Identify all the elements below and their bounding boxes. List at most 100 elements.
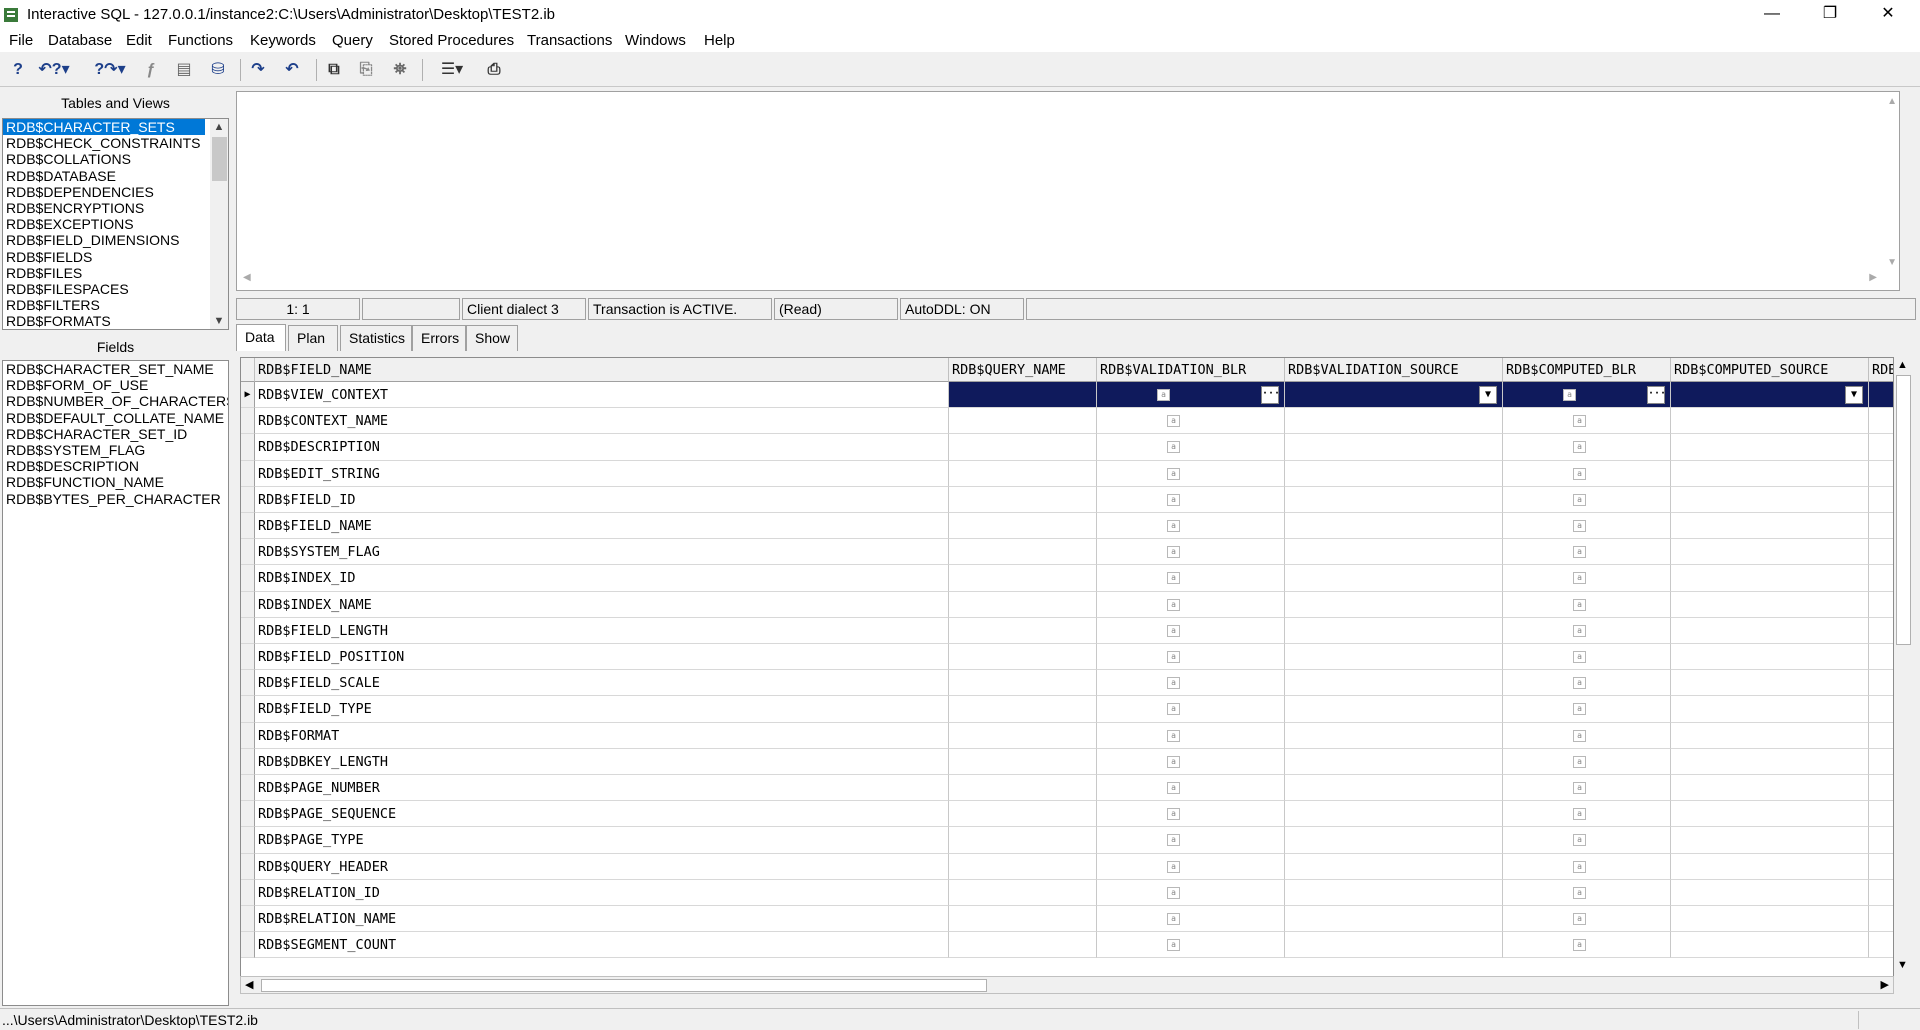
grid-cell[interactable]	[1285, 408, 1503, 435]
field-name-cell[interactable]: RDB$CONTEXT_NAME	[255, 408, 949, 435]
grid-cell[interactable]: a ···	[1503, 382, 1671, 409]
blob-icon[interactable]: a	[1167, 467, 1180, 480]
grid-cell[interactable]	[1869, 382, 1893, 409]
grid-cell[interactable]: a	[1097, 539, 1285, 566]
blob-icon[interactable]: a	[1167, 546, 1180, 559]
grid-cell[interactable]: a	[1097, 906, 1285, 933]
help-icon[interactable]: ?	[10, 59, 26, 81]
table-list-item[interactable]: RDB$EXCEPTIONS	[3, 216, 228, 232]
grid-cell[interactable]	[1869, 801, 1893, 828]
run-icon[interactable]: ⧉	[322, 59, 346, 81]
table-row[interactable]: RDB$PAGE_NUMBER a a	[241, 775, 1893, 802]
tables-scrollbar[interactable]: ▲ ▼	[210, 119, 228, 329]
blob-icon[interactable]: a	[1573, 913, 1586, 925]
grid-cell[interactable]	[1671, 670, 1869, 697]
grid-cell[interactable]	[1285, 460, 1503, 487]
grid-cell[interactable]	[1285, 644, 1503, 671]
grid-cell[interactable]	[1869, 932, 1893, 959]
grid-cell[interactable]	[1671, 932, 1869, 959]
minimize-button[interactable]: —	[1743, 0, 1801, 30]
grid-cell[interactable]: a	[1097, 801, 1285, 828]
grid-cell[interactable]	[1285, 591, 1503, 618]
grid-cell[interactable]	[1869, 749, 1893, 775]
redo-icon[interactable]: ↷	[246, 59, 270, 81]
table-row[interactable]: RDB$FIELD_SCALE a a	[241, 670, 1893, 697]
grid-cell[interactable]: a	[1503, 513, 1671, 540]
grid-cell[interactable]	[1869, 670, 1893, 697]
grid-cell[interactable]	[1285, 748, 1503, 775]
blob-icon[interactable]: a	[1573, 572, 1586, 585]
field-name-cell[interactable]: RDB$VIEW_CONTEXT	[255, 382, 949, 409]
table-list-item[interactable]: RDB$COLLATIONS	[3, 151, 228, 167]
editor-scroll-left-icon[interactable]: ◀	[243, 272, 251, 283]
field-name-cell[interactable]: RDB$FIELD_TYPE	[255, 696, 949, 723]
menu-help[interactable]: Help	[704, 32, 735, 49]
function-icon[interactable]: ƒ	[140, 59, 162, 81]
field-list-item[interactable]: RDB$FORM_OF_USE	[3, 377, 228, 393]
table-row[interactable]: RDB$SEGMENT_COUNT a a	[241, 932, 1893, 959]
field-name-cell[interactable]: RDB$QUERY_HEADER	[255, 853, 949, 880]
table-list-item[interactable]: RDB$FILTERS	[3, 297, 228, 313]
grid-vertical-scrollbar[interactable]: ▲ ▼	[1894, 357, 1912, 977]
blob-icon[interactable]: a	[1167, 598, 1180, 611]
dropdown-arrow-icon[interactable]: ▼	[1479, 386, 1497, 404]
blob-icon[interactable]: a	[1167, 755, 1180, 768]
field-name-cell[interactable]: RDB$INDEX_NAME	[255, 591, 949, 618]
tab-show[interactable]: Show	[466, 325, 518, 351]
grid-cell[interactable]: a	[1503, 670, 1671, 697]
grid-cell[interactable]	[949, 408, 1097, 435]
blob-icon[interactable]: a	[1167, 441, 1180, 454]
tab-data[interactable]: Data	[236, 324, 286, 351]
grid-cell[interactable]	[949, 696, 1097, 723]
grid-cell[interactable]	[1285, 853, 1503, 880]
grid-cell[interactable]	[1285, 906, 1503, 933]
grid-cell[interactable]	[1671, 617, 1869, 644]
blob-icon[interactable]: a	[1167, 808, 1180, 821]
grid-cell[interactable]: a	[1503, 617, 1671, 644]
row-indicator[interactable]	[241, 932, 255, 959]
sql-editor[interactable]: ▲ ▼ ◀ ▶	[236, 91, 1900, 291]
table-row[interactable]: RDB$QUERY_HEADER a a	[241, 853, 1893, 880]
blob-icon[interactable]: a	[1167, 913, 1180, 925]
blob-icon[interactable]: a	[1167, 651, 1180, 663]
grid-cell[interactable]: a	[1097, 408, 1285, 435]
blob-icon[interactable]: a	[1573, 441, 1586, 454]
grid-scroll-right-icon[interactable]: ▶	[1881, 978, 1889, 991]
field-name-cell[interactable]: RDB$INDEX_ID	[255, 565, 949, 592]
grid-cell[interactable]: a	[1503, 434, 1671, 461]
tables-list[interactable]: RDB$CHARACTER_SETS RDB$CHECK_CONSTRAINTS R…	[2, 118, 229, 330]
grid-cell[interactable]	[1285, 539, 1503, 566]
grid-cell[interactable]	[949, 591, 1097, 618]
table-row[interactable]: RDB$RELATION_NAME a a	[241, 906, 1893, 933]
field-list-item[interactable]: RDB$CHARACTER_SET_ID	[3, 426, 228, 442]
grid-cell[interactable]: a	[1097, 879, 1285, 906]
field-list-item[interactable]: RDB$CHARACTER_SET_NAME	[3, 361, 228, 377]
blob-icon[interactable]: a	[1573, 808, 1586, 821]
grid-cell[interactable]	[1285, 827, 1503, 854]
blob-icon[interactable]: a	[1573, 546, 1586, 559]
row-indicator[interactable]	[241, 513, 255, 540]
grid-cell[interactable]	[1869, 513, 1893, 540]
grid-cell[interactable]	[1671, 434, 1869, 461]
table-list-item[interactable]: RDB$FILES	[3, 265, 228, 281]
grid-cell[interactable]	[1671, 408, 1869, 435]
grid-cell[interactable]: a	[1503, 539, 1671, 566]
binoculars-icon[interactable]: ⛯	[388, 59, 412, 81]
field-name-cell[interactable]: RDB$SYSTEM_FLAG	[255, 539, 949, 566]
blob-icon[interactable]: a	[1157, 389, 1170, 401]
column-header-more[interactable]: RDB$	[1869, 358, 1893, 382]
menu-stored-procedures[interactable]: Stored Procedures	[389, 32, 514, 49]
menu-keywords[interactable]: Keywords	[250, 32, 316, 49]
column-header-validation-source[interactable]: RDB$VALIDATION_SOURCE	[1285, 358, 1503, 382]
grid-cell[interactable]	[949, 434, 1097, 461]
field-name-cell[interactable]: RDB$EDIT_STRING	[255, 460, 949, 487]
table-row[interactable]: RDB$PAGE_SEQUENCE a a	[241, 801, 1893, 828]
grid-cell[interactable]	[949, 513, 1097, 540]
grid-cell[interactable]	[949, 486, 1097, 513]
table-list-item[interactable]: RDB$FIELDS	[3, 249, 228, 265]
blob-icon[interactable]: a	[1573, 520, 1586, 532]
table-row[interactable]: RDB$INDEX_ID a a	[241, 565, 1893, 592]
column-header-query-name[interactable]: RDB$QUERY_NAME	[949, 358, 1097, 382]
blob-icon[interactable]: a	[1573, 703, 1586, 716]
table-list-item[interactable]: RDB$ENCRYPTIONS	[3, 200, 228, 216]
